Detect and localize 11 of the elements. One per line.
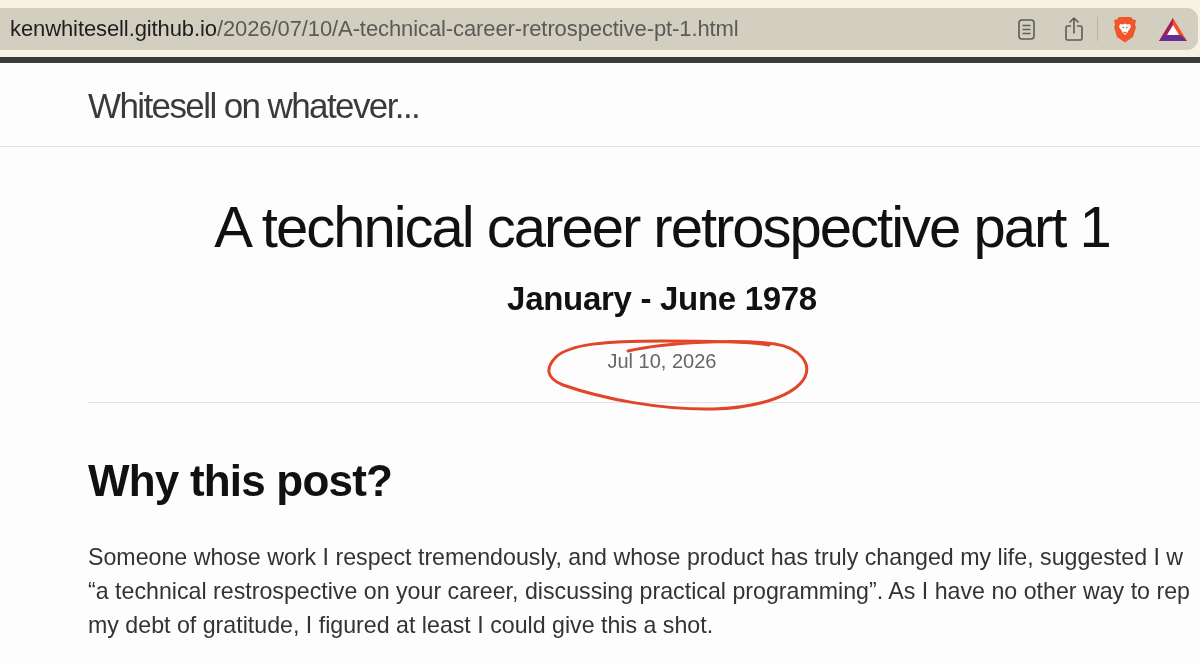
- share-icon[interactable]: [1065, 17, 1083, 41]
- url-text[interactable]: kenwhitesell.github.io/2026/07/10/A-technical-career-retrospective-pt-1.html: [10, 16, 739, 42]
- triangle-logo-icon[interactable]: [1159, 17, 1187, 41]
- post-subtitle: January - June 1978: [507, 279, 817, 319]
- lion-shield-icon[interactable]: [1113, 15, 1137, 43]
- post-title: A technical career retrospective part 1: [214, 193, 1110, 261]
- reader-icon[interactable]: [1018, 18, 1035, 40]
- body-paragraph: Someone whose work I respect tremendously, and whose product has truly changed my life, suggested I w “a technical restrospective on your career, discussing practical programming”. As I have no other way to rep my debt of gratitude, I figured at least I could give this a shot.: [88, 543, 1190, 640]
- section-heading: Why this post?: [88, 455, 393, 507]
- post-date: Jul 10, 2026: [607, 349, 717, 374]
- site-title[interactable]: Whitesell on whatever...: [88, 85, 420, 126]
